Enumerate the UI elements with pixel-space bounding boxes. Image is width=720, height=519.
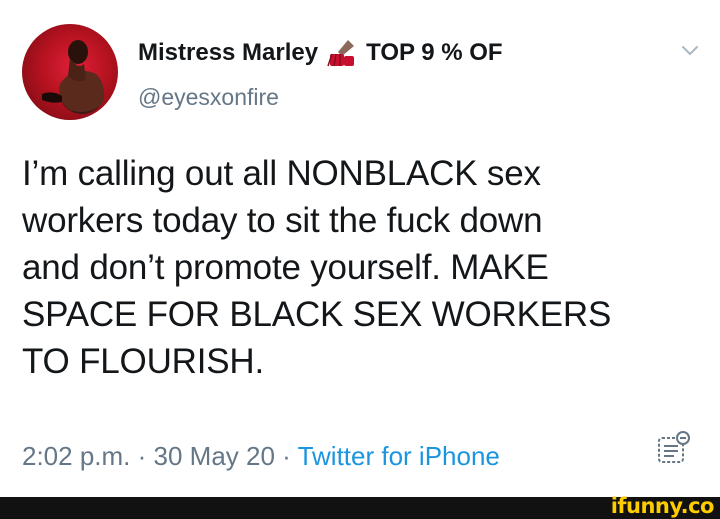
avatar[interactable] [22, 24, 118, 120]
nail-polish-icon [326, 38, 360, 68]
tweet-text-line: TO FLOURISH. [22, 342, 264, 381]
ifunny-watermark: ifunny.co [610, 494, 715, 518]
name-row: Mistress Marley TOP 9 % OF [138, 38, 503, 68]
meta-separator: · [274, 441, 298, 471]
tweet-text: I’m calling out all NONBLACK sex workers… [22, 150, 712, 385]
name-badge-text: TOP 9 % OF [366, 39, 503, 66]
tweet-date[interactable]: 30 May 20 [154, 441, 275, 471]
tweet-text-line: I’m calling out all NONBLACK sex [22, 154, 541, 193]
tweet-text-line: SPACE FOR BLACK SEX WORKERS [22, 295, 612, 334]
tweet-source-link[interactable]: Twitter for iPhone [298, 441, 500, 471]
tweet-card: Mistress Marley TOP 9 % OF @eyesxonfire … [0, 0, 720, 497]
tweet-metadata: 2:02 p.m. · 30 May 20 · Twitter for iPho… [22, 441, 500, 472]
chevron-down-icon[interactable] [678, 38, 702, 62]
tweet-time[interactable]: 2:02 p.m. [22, 441, 130, 471]
tweet-text-line: workers today to sit the fuck down [22, 201, 543, 240]
analytics-icon[interactable] [655, 430, 691, 466]
user-handle[interactable]: @eyesxonfire [138, 84, 279, 111]
display-name[interactable]: Mistress Marley [138, 39, 318, 67]
tweet-text-line: and don’t promote yourself. MAKE [22, 248, 549, 287]
avatar-photo [42, 40, 104, 114]
watermark-bar: ifunny.co [0, 494, 720, 519]
meta-separator: · [130, 441, 154, 471]
